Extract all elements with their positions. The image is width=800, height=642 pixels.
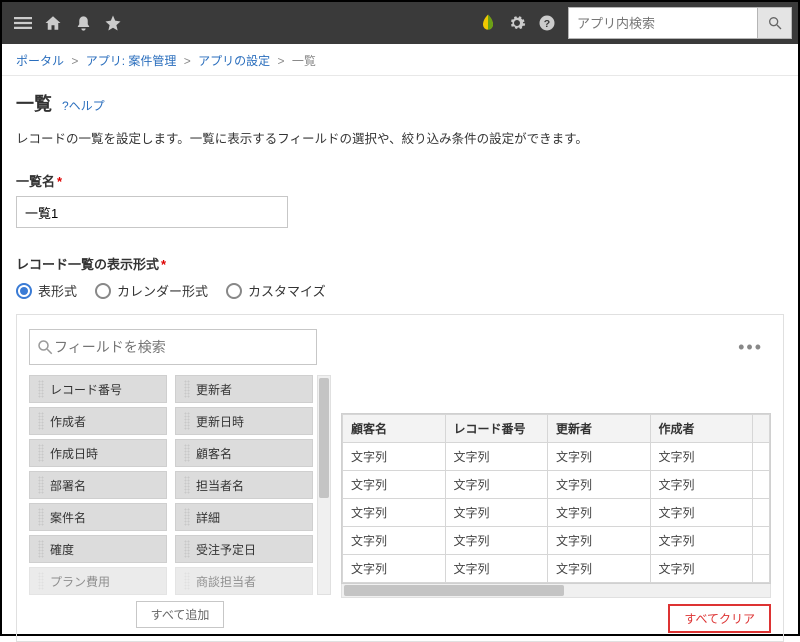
table-hscrollbar[interactable] [341, 584, 771, 598]
field-chip[interactable]: 受注予定日 [175, 535, 313, 563]
table-cell: 文字列 [445, 471, 548, 499]
table-cell: 文字列 [650, 499, 753, 527]
table-cell: 文字列 [445, 443, 548, 471]
field-chip[interactable]: 部署名 [29, 471, 167, 499]
table-header: レコード番号 [445, 415, 548, 443]
field-chip[interactable]: プラン費用 [29, 567, 167, 595]
star-icon[interactable] [98, 8, 128, 38]
menu-icon[interactable] [8, 8, 38, 38]
field-search-input[interactable] [54, 339, 310, 355]
field-chip[interactable]: 更新日時 [175, 407, 313, 435]
search-icon [36, 338, 54, 356]
table-header: 作成者 [650, 415, 753, 443]
table-row: 文字列文字列文字列文字列 [343, 471, 770, 499]
radio-table-format[interactable]: 表形式 [16, 281, 77, 300]
help-icon[interactable]: ? [532, 8, 562, 38]
table-cell: 文字列 [548, 527, 651, 555]
field-chip[interactable]: 詳細 [175, 503, 313, 531]
table-cell: 文字列 [343, 527, 446, 555]
breadcrumb-settings[interactable]: アプリの設定 [198, 54, 270, 68]
table-cell: 文字列 [650, 527, 753, 555]
field-chip[interactable]: 案件名 [29, 503, 167, 531]
table-cell: 文字列 [445, 499, 548, 527]
field-chip[interactable]: 担当者名 [175, 471, 313, 499]
add-all-button[interactable]: すべて追加 [136, 601, 225, 628]
field-config-panel: ••• レコード番号作成者作成日時部署名案件名確度プラン費用更新者更新日時顧客名… [16, 314, 784, 642]
breadcrumb-app[interactable]: アプリ: 案件管理 [86, 54, 177, 68]
app-logo-icon [474, 9, 502, 37]
svg-text:?: ? [544, 18, 550, 30]
radio-custom-format[interactable]: カスタマイズ [226, 281, 326, 300]
list-name-label: 一覧名* [16, 171, 784, 190]
field-scrollbar[interactable] [317, 375, 331, 595]
page-description: レコードの一覧を設定します。一覧に表示するフィールドの選択や、絞り込み条件の設定… [16, 128, 784, 147]
more-options-icon[interactable]: ••• [730, 333, 771, 362]
radio-calendar-format[interactable]: カレンダー形式 [95, 281, 208, 300]
display-format-label: レコード一覧の表示形式* [16, 254, 784, 273]
clear-all-button[interactable]: すべてクリア [668, 604, 771, 633]
table-cell: 文字列 [445, 527, 548, 555]
list-name-input[interactable] [16, 196, 288, 228]
table-cell: 文字列 [343, 555, 446, 583]
field-chip[interactable]: 作成日時 [29, 439, 167, 467]
page-title: 一覧 [16, 90, 52, 116]
table-cell: 文字列 [343, 443, 446, 471]
field-chip[interactable]: 作成者 [29, 407, 167, 435]
field-chip[interactable]: 商談担当者 [175, 567, 313, 595]
table-cell: 文字列 [548, 471, 651, 499]
field-search-wrap [29, 329, 317, 365]
table-header: 更新者 [548, 415, 651, 443]
table-cell: 文字列 [343, 471, 446, 499]
field-chip[interactable]: 確度 [29, 535, 167, 563]
table-row: 文字列文字列文字列文字列 [343, 499, 770, 527]
topbar: ? [2, 2, 798, 44]
home-icon[interactable] [38, 8, 68, 38]
help-link[interactable]: ?ヘルプ [62, 97, 105, 114]
table-cell: 文字列 [445, 555, 548, 583]
table-cell: 文字列 [343, 499, 446, 527]
field-chip[interactable]: レコード番号 [29, 375, 167, 403]
table-row: 文字列文字列文字列文字列 [343, 555, 770, 583]
table-cell: 文字列 [650, 443, 753, 471]
bell-icon[interactable] [68, 8, 98, 38]
breadcrumb-portal[interactable]: ポータル [16, 54, 64, 68]
global-search-input[interactable] [568, 7, 758, 39]
breadcrumb-current: 一覧 [292, 54, 316, 68]
table-header: 顧客名 [343, 415, 446, 443]
table-cell: 文字列 [548, 443, 651, 471]
preview-table: 顧客名レコード番号更新者作成者 文字列文字列文字列文字列文字列文字列文字列文字列… [342, 414, 770, 583]
table-row: 文字列文字列文字列文字列 [343, 527, 770, 555]
table-cell: 文字列 [650, 555, 753, 583]
field-chip[interactable]: 顧客名 [175, 439, 313, 467]
table-row: 文字列文字列文字列文字列 [343, 443, 770, 471]
table-cell: 文字列 [650, 471, 753, 499]
field-chip[interactable]: 更新者 [175, 375, 313, 403]
gear-icon[interactable] [502, 8, 532, 38]
table-cell: 文字列 [548, 555, 651, 583]
breadcrumb: ポータル > アプリ: 案件管理 > アプリの設定 > 一覧 [2, 44, 798, 76]
global-search-button[interactable] [758, 7, 792, 39]
table-cell: 文字列 [548, 499, 651, 527]
